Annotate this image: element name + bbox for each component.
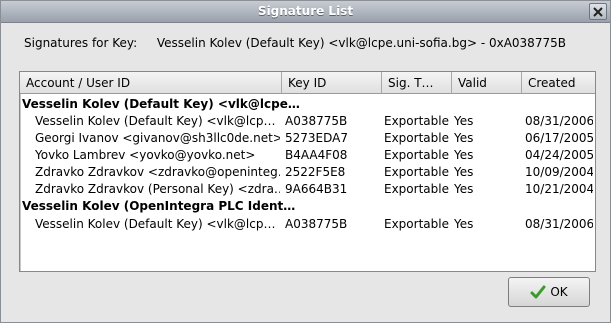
sig-type-cell: Exportable	[384, 182, 449, 196]
key-id-cell: A038775B	[285, 217, 348, 231]
created-cell: 08/31/2006	[525, 217, 593, 231]
close-icon	[593, 6, 603, 17]
window-title: Signature List	[257, 4, 354, 18]
sig-type-cell: Exportable	[384, 148, 449, 162]
title-bar[interactable]: Signature List	[1, 1, 610, 23]
group-row[interactable]: Vesselin Kolev (Default Key) <vlk@lcpe…	[20, 96, 595, 113]
key-id-cell: 5273EDA7	[285, 131, 348, 145]
list-header: Account / User ID Key ID Sig. T… Valid C…	[20, 72, 595, 94]
table-row[interactable]: Yovko Lambrev <yovko@yovko.net> B4AA4F08…	[20, 147, 595, 164]
close-button[interactable]	[589, 3, 607, 20]
created-cell: 08/31/2006	[525, 114, 593, 128]
ok-button-label: OK	[550, 285, 568, 299]
account-cell: Zdravko Zdravkov <zdravko@openinteg…	[35, 165, 280, 179]
key-info-label: Signatures for Key: Vesselin Kolev (Defa…	[24, 36, 566, 50]
account-cell: Vesselin Kolev (Default Key) <vlk@lcp…	[35, 217, 276, 231]
account-cell: Georgi Ivanov <givanov@sh3llc0de.net>	[35, 131, 280, 145]
table-row[interactable]: Georgi Ivanov <givanov@sh3llc0de.net> 52…	[20, 130, 595, 147]
created-cell: 10/09/2004	[525, 165, 593, 179]
table-row[interactable]: Vesselin Kolev (Default Key) <vlk@lcp… A…	[20, 216, 595, 233]
valid-cell: Yes	[454, 182, 474, 196]
key-id-cell: A038775B	[285, 114, 348, 128]
created-cell: 04/24/2005	[525, 148, 593, 162]
checkmark-icon	[530, 285, 546, 299]
group-row[interactable]: Vesselin Kolev (OpenIntegra PLC Ident…	[20, 198, 595, 215]
valid-cell: Yes	[454, 217, 474, 231]
key-id-cell: 9A664B31	[285, 182, 348, 196]
account-cell: Yovko Lambrev <yovko@yovko.net>	[35, 148, 256, 162]
group-label: Vesselin Kolev (Default Key) <vlk@lcpe…	[22, 97, 300, 111]
table-row[interactable]: Zdravko Zdravkov (Personal Key) <zdra… 9…	[20, 181, 595, 198]
account-cell: Vesselin Kolev (Default Key) <vlk@lcp…	[35, 114, 276, 128]
table-row[interactable]: Zdravko Zdravkov <zdravko@openinteg… 252…	[20, 164, 595, 181]
sig-type-cell: Exportable	[384, 165, 449, 179]
valid-cell: Yes	[454, 165, 474, 179]
column-header-created[interactable]: Created	[522, 72, 595, 94]
column-header-valid[interactable]: Valid	[452, 72, 522, 94]
ok-button[interactable]: OK	[508, 277, 590, 307]
column-header-account[interactable]: Account / User ID	[20, 72, 282, 94]
key-id-cell: 2522F5E8	[285, 165, 346, 179]
valid-cell: Yes	[454, 148, 474, 162]
created-cell: 06/17/2005	[525, 131, 593, 145]
valid-cell: Yes	[454, 131, 474, 145]
created-cell: 10/21/2004	[525, 182, 593, 196]
key-id-cell: B4AA4F08	[285, 148, 348, 162]
group-label: Vesselin Kolev (OpenIntegra PLC Ident…	[22, 199, 296, 213]
valid-cell: Yes	[454, 114, 474, 128]
key-info-prefix: Signatures for Key:	[24, 36, 138, 50]
column-header-sig-type[interactable]: Sig. T…	[382, 72, 452, 94]
table-row[interactable]: Vesselin Kolev (Default Key) <vlk@lcp… A…	[20, 113, 595, 130]
sig-type-cell: Exportable	[384, 131, 449, 145]
signature-list-dialog: Signature List Signatures for Key: Vesse…	[0, 0, 611, 323]
key-info-value: Vesselin Kolev (Default Key) <vlk@lcpe.u…	[156, 36, 566, 50]
sig-type-cell: Exportable	[384, 114, 449, 128]
signature-list[interactable]: Account / User ID Key ID Sig. T… Valid C…	[19, 71, 596, 272]
sig-type-cell: Exportable	[384, 217, 449, 231]
account-cell: Zdravko Zdravkov (Personal Key) <zdra…	[35, 182, 280, 196]
column-header-key-id[interactable]: Key ID	[282, 72, 382, 94]
